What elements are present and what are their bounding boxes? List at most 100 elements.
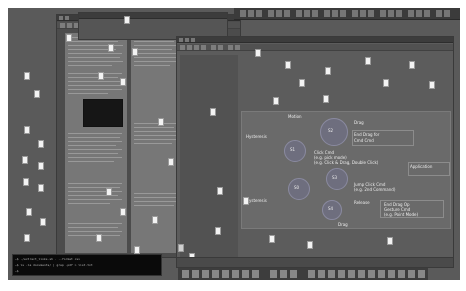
- dock-app-icon[interactable]: [232, 270, 239, 278]
- file-icon[interactable]: [243, 197, 249, 205]
- maximize-icon[interactable]: [191, 38, 195, 42]
- desktop[interactable]: S2 S1 S0 S3 S4 Motion Drag End Drag for …: [8, 8, 460, 280]
- minimize-icon[interactable]: [185, 38, 189, 42]
- file-icon[interactable]: [383, 79, 389, 87]
- panel-icon[interactable]: [312, 10, 318, 17]
- dock-app-icon[interactable]: [290, 270, 297, 278]
- file-icon[interactable]: [106, 188, 112, 196]
- panel-icon[interactable]: [388, 10, 394, 17]
- panel-icon[interactable]: [396, 10, 402, 17]
- panel-icon[interactable]: [352, 10, 358, 17]
- dock-app-icon[interactable]: [242, 270, 249, 278]
- file-icon[interactable]: [24, 72, 30, 80]
- forward-icon[interactable]: [67, 23, 72, 28]
- file-icon[interactable]: [178, 244, 184, 252]
- file-icon[interactable]: [158, 118, 164, 126]
- panel-icon[interactable]: [360, 10, 366, 17]
- panel-icon[interactable]: [340, 10, 346, 17]
- file-icon[interactable]: [269, 235, 275, 243]
- file-icon[interactable]: [299, 79, 305, 87]
- panel-icon[interactable]: [380, 10, 386, 17]
- dock-app-icon[interactable]: [270, 270, 277, 278]
- file-icon[interactable]: [307, 241, 313, 249]
- zoom-out-icon[interactable]: [235, 45, 240, 50]
- file-icon[interactable]: [273, 97, 279, 105]
- dock-app-icon[interactable]: [348, 270, 355, 278]
- file-icon[interactable]: [409, 61, 415, 69]
- minimize-icon[interactable]: [65, 16, 69, 20]
- diagram-editor-window[interactable]: S2 S1 S0 S3 S4 Motion Drag End Drag for …: [176, 36, 454, 268]
- dock-app-icon[interactable]: [378, 270, 385, 278]
- file-icon[interactable]: [34, 90, 40, 98]
- dock-app-icon[interactable]: [212, 270, 219, 278]
- transition-box[interactable]: [408, 162, 450, 176]
- file-icon[interactable]: [22, 156, 28, 164]
- panel-icon[interactable]: [276, 10, 282, 17]
- dock-app-icon[interactable]: [358, 270, 365, 278]
- panel-icon[interactable]: [368, 10, 374, 17]
- title-bar[interactable]: [177, 37, 453, 43]
- file-icon[interactable]: [38, 162, 44, 170]
- file-icon[interactable]: [285, 61, 291, 69]
- back-icon[interactable]: [60, 23, 65, 28]
- dock-app-icon[interactable]: [192, 270, 199, 278]
- dock-app-icon[interactable]: [252, 270, 259, 278]
- file-icon[interactable]: [23, 178, 29, 186]
- dock-app-icon[interactable]: [388, 270, 395, 278]
- dock-app-icon[interactable]: [182, 270, 189, 278]
- file-icon[interactable]: [96, 234, 102, 242]
- open-icon[interactable]: [187, 45, 192, 50]
- file-icon[interactable]: [323, 95, 329, 103]
- file-icon[interactable]: [66, 34, 72, 42]
- dock-app-icon[interactable]: [338, 270, 345, 278]
- diagram-canvas[interactable]: S2 S1 S0 S3 S4 Motion Drag End Drag for …: [241, 111, 451, 229]
- panel-icon[interactable]: [284, 10, 290, 17]
- panel-icon[interactable]: [324, 10, 330, 17]
- panel-icon[interactable]: [296, 10, 302, 17]
- transition-box[interactable]: [380, 200, 444, 218]
- file-icon[interactable]: [134, 246, 140, 254]
- file-icon[interactable]: [38, 140, 44, 148]
- file-icon[interactable]: [217, 187, 223, 195]
- file-icon[interactable]: [387, 237, 393, 245]
- close-icon[interactable]: [179, 38, 183, 42]
- dock-app-icon[interactable]: [328, 270, 335, 278]
- panel-icon[interactable]: [408, 10, 414, 17]
- panel-icon[interactable]: [304, 10, 310, 17]
- panel-icon[interactable]: [248, 10, 254, 17]
- file-icon[interactable]: [429, 81, 435, 89]
- transition-box[interactable]: [352, 130, 414, 146]
- panel-icon[interactable]: [436, 10, 442, 17]
- file-icon[interactable]: [365, 57, 371, 65]
- file-icon[interactable]: [120, 78, 126, 86]
- close-icon[interactable]: [59, 16, 63, 20]
- file-icon[interactable]: [168, 158, 174, 166]
- dock-app-icon[interactable]: [408, 270, 415, 278]
- redo-icon[interactable]: [218, 45, 223, 50]
- file-icon[interactable]: [124, 16, 130, 24]
- state-node[interactable]: [320, 118, 348, 146]
- dock-app-icon[interactable]: [368, 270, 375, 278]
- print-icon[interactable]: [201, 45, 206, 50]
- file-icon[interactable]: [215, 227, 221, 235]
- file-icon[interactable]: [40, 218, 46, 226]
- dock-app-icon[interactable]: [222, 270, 229, 278]
- file-icon[interactable]: [108, 44, 114, 52]
- file-icon[interactable]: [38, 184, 44, 192]
- dock-app-icon[interactable]: [308, 270, 315, 278]
- panel-icon[interactable]: [240, 10, 246, 17]
- file-icon[interactable]: [26, 208, 32, 216]
- file-icon[interactable]: [132, 48, 138, 56]
- panel-icon[interactable]: [444, 10, 450, 17]
- zoom-in-icon[interactable]: [228, 45, 233, 50]
- file-icon[interactable]: [255, 49, 261, 57]
- file-icon[interactable]: [120, 208, 126, 216]
- panel-icon[interactable]: [332, 10, 338, 17]
- panel-icon[interactable]: [424, 10, 430, 17]
- panel-icon[interactable]: [256, 10, 262, 17]
- dock-app-icon[interactable]: [398, 270, 405, 278]
- panel-icon[interactable]: [268, 10, 274, 17]
- file-icon[interactable]: [24, 234, 30, 242]
- undo-icon[interactable]: [211, 45, 216, 50]
- dock-app-icon[interactable]: [418, 270, 425, 278]
